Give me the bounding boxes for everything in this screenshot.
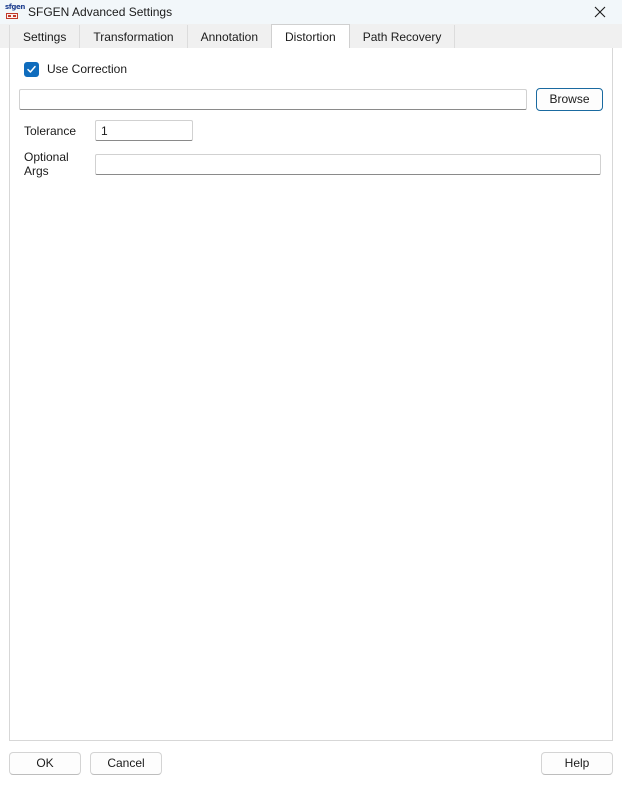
window-title: SFGEN Advanced Settings: [28, 5, 173, 19]
ok-button[interactable]: OK: [9, 752, 81, 775]
use-correction-label: Use Correction: [47, 61, 128, 76]
optional-args-row: Optional Args: [19, 150, 603, 178]
tolerance-row: Tolerance: [19, 120, 603, 141]
title-bar: sfgen SFGEN Advanced Settings: [0, 0, 622, 24]
optional-args-input[interactable]: [95, 153, 601, 175]
cancel-button[interactable]: Cancel: [90, 752, 162, 775]
use-correction-checkbox[interactable]: [24, 61, 39, 77]
correction-path-input[interactable]: [19, 89, 527, 110]
app-icon-text: sfgen: [5, 3, 25, 11]
tolerance-input[interactable]: [95, 120, 193, 141]
tab-transformation[interactable]: Transformation: [79, 25, 188, 48]
correction-path-row: Browse: [19, 88, 603, 111]
optional-args-label: Optional Args: [24, 150, 69, 178]
tab-distortion[interactable]: Distortion: [271, 24, 350, 48]
dialog-footer: OK Cancel Help: [0, 741, 622, 786]
tab-label: Settings: [23, 29, 67, 44]
tab-path-recovery[interactable]: Path Recovery: [348, 25, 456, 48]
checkmark-icon: [26, 64, 37, 75]
help-button[interactable]: Help: [541, 752, 613, 775]
tab-strip: Settings Transformation Annotation Disto…: [0, 24, 622, 48]
use-correction-row: Use Correction: [24, 60, 603, 78]
close-button[interactable]: [577, 0, 622, 24]
sfgen-advanced-settings-dialog: sfgen SFGEN Advanced Settings Settings T…: [0, 0, 622, 786]
distortion-tab-panel: Use Correction Browse Tolerance Optional…: [9, 48, 613, 741]
tolerance-label: Tolerance: [24, 123, 77, 138]
app-icon-shape: [6, 13, 18, 19]
tab-label: Path Recovery: [362, 29, 442, 44]
sfgen-app-icon: sfgen: [5, 3, 25, 20]
tab-label: Annotation: [200, 29, 258, 44]
tab-label: Distortion: [285, 29, 336, 44]
tab-annotation[interactable]: Annotation: [186, 25, 272, 48]
tab-label: Transformation: [93, 29, 174, 44]
tab-settings[interactable]: Settings: [9, 25, 81, 48]
browse-button[interactable]: Browse: [536, 88, 603, 111]
close-icon: [594, 6, 606, 18]
